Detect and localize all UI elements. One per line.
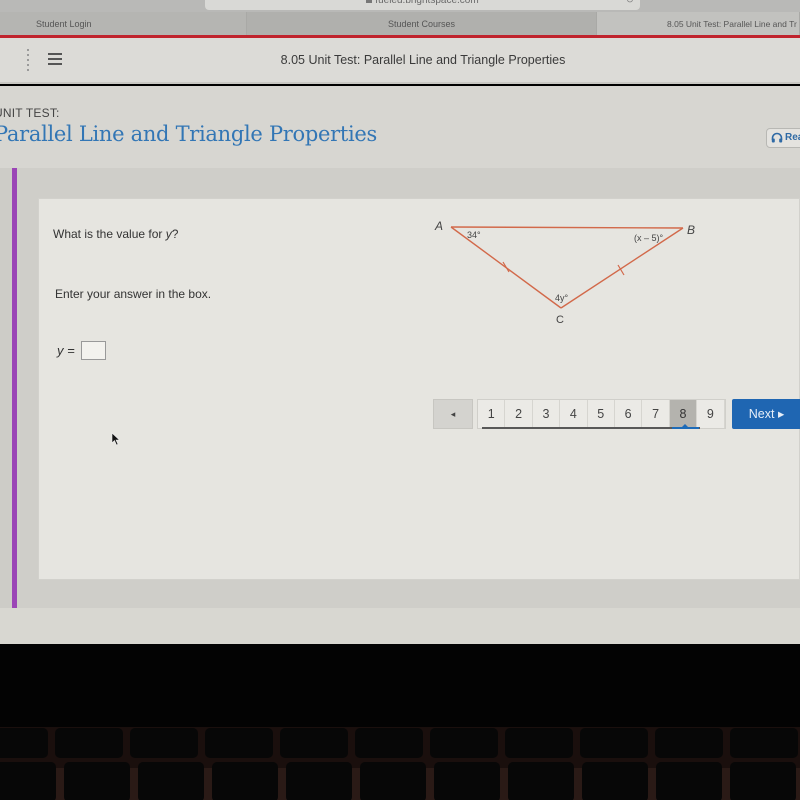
reload-icon[interactable]: ↻	[626, 0, 634, 6]
app-header: 8.05 Unit Test: Parallel Line and Triang…	[0, 38, 800, 84]
keyboard-key	[64, 762, 130, 800]
angle-b-label: (x – 5)°	[634, 233, 664, 243]
read-aloud-button[interactable]: Read	[766, 128, 800, 148]
side-bc	[560, 227, 684, 309]
keyboard-key	[286, 762, 352, 800]
keyboard-key	[205, 728, 273, 758]
next-button[interactable]: Next ▸	[731, 399, 800, 429]
keyboard-key	[430, 728, 498, 758]
page-list: 1 2 3 4 5 6 7 8 9	[477, 399, 726, 429]
laptop-bezel	[0, 644, 800, 730]
pagination: ◂ 1 2 3 4 5 6 7 8 9 Next ▸	[433, 399, 800, 429]
lower-background	[0, 608, 800, 644]
laptop-keyboard	[0, 728, 800, 800]
vertex-c-label: C	[556, 314, 564, 326]
current-page-indicator	[672, 427, 699, 429]
previous-button[interactable]: ◂	[433, 399, 473, 429]
keyboard-key	[580, 728, 648, 758]
page-button-7[interactable]: 7	[642, 400, 670, 428]
keyboard-key	[434, 762, 500, 800]
keyboard-key	[280, 728, 348, 758]
keyboard-key	[730, 762, 796, 800]
mouse-cursor-icon	[111, 432, 121, 446]
keyboard-key	[505, 728, 573, 758]
headphones-icon	[771, 132, 783, 143]
keyboard-key	[582, 762, 648, 800]
keyboard-key	[508, 762, 574, 800]
vertex-a-label: A	[434, 219, 443, 233]
keyboard-key	[130, 728, 198, 758]
lock-icon	[366, 0, 373, 4]
section-indicator-bar	[12, 168, 17, 608]
angle-a-label: 34°	[467, 230, 481, 240]
left-gutter	[0, 168, 12, 644]
address-bar[interactable]: fueled.brightspace.com ↻	[205, 0, 640, 10]
tick-mark-ac	[502, 261, 510, 273]
keyboard-key	[355, 728, 423, 758]
vertex-b-label: B	[687, 223, 695, 237]
read-label: Read	[785, 132, 800, 143]
answer-input[interactable]	[80, 341, 106, 360]
page-button-9[interactable]: 9	[697, 400, 725, 428]
browser-tabs: Student Login Student Courses 8.05 Unit …	[0, 12, 800, 36]
page-button-5[interactable]: 5	[588, 400, 615, 428]
tab-student-login[interactable]: Student Login	[0, 12, 247, 36]
keyboard-key	[0, 728, 48, 758]
page-button-3[interactable]: 3	[533, 400, 561, 428]
question-card: What is the value for y? Enter your answ…	[38, 198, 800, 580]
tab-unit-test[interactable]: 8.05 Unit Test: Parallel Line and Tr	[597, 12, 800, 36]
tab-student-courses[interactable]: Student Courses	[247, 12, 597, 36]
angle-c-label: 4y°	[555, 293, 569, 303]
keyboard-key	[360, 762, 426, 800]
keyboard-key	[212, 762, 278, 800]
keyboard-key	[655, 728, 723, 758]
page-button-2[interactable]: 2	[505, 400, 533, 428]
url-text: fueled.brightspace.com	[375, 0, 479, 6]
answer-label: y =	[57, 343, 75, 358]
side-ab	[450, 226, 684, 229]
unit-label: UNIT TEST:	[0, 106, 60, 120]
answer-row: y =	[57, 341, 106, 360]
app-title: 8.05 Unit Test: Parallel Line and Triang…	[280, 53, 566, 67]
keyboard-key	[656, 762, 722, 800]
page-button-4[interactable]: 4	[560, 400, 588, 428]
question-prompt: What is the value for y?	[53, 227, 179, 241]
keyboard-key	[55, 728, 123, 758]
keyboard-key	[138, 762, 204, 800]
keyboard-key	[730, 728, 798, 758]
page-button-6[interactable]: 6	[615, 400, 643, 428]
question-instruction: Enter your answer in the box.	[55, 287, 212, 301]
page-title: Parallel Line and Triangle Properties	[0, 122, 378, 146]
triangle-figure: A B C 34° (x – 5)° 4y°	[434, 219, 695, 326]
keyboard-key	[0, 762, 56, 800]
browser-toolbar: fueled.brightspace.com ↻	[0, 0, 800, 12]
title-area: UNIT TEST: Parallel Line and Triangle Pr…	[0, 86, 800, 168]
progress-line	[482, 427, 700, 429]
current-page-caret-icon	[682, 424, 688, 427]
page-button-1[interactable]: 1	[478, 400, 506, 428]
